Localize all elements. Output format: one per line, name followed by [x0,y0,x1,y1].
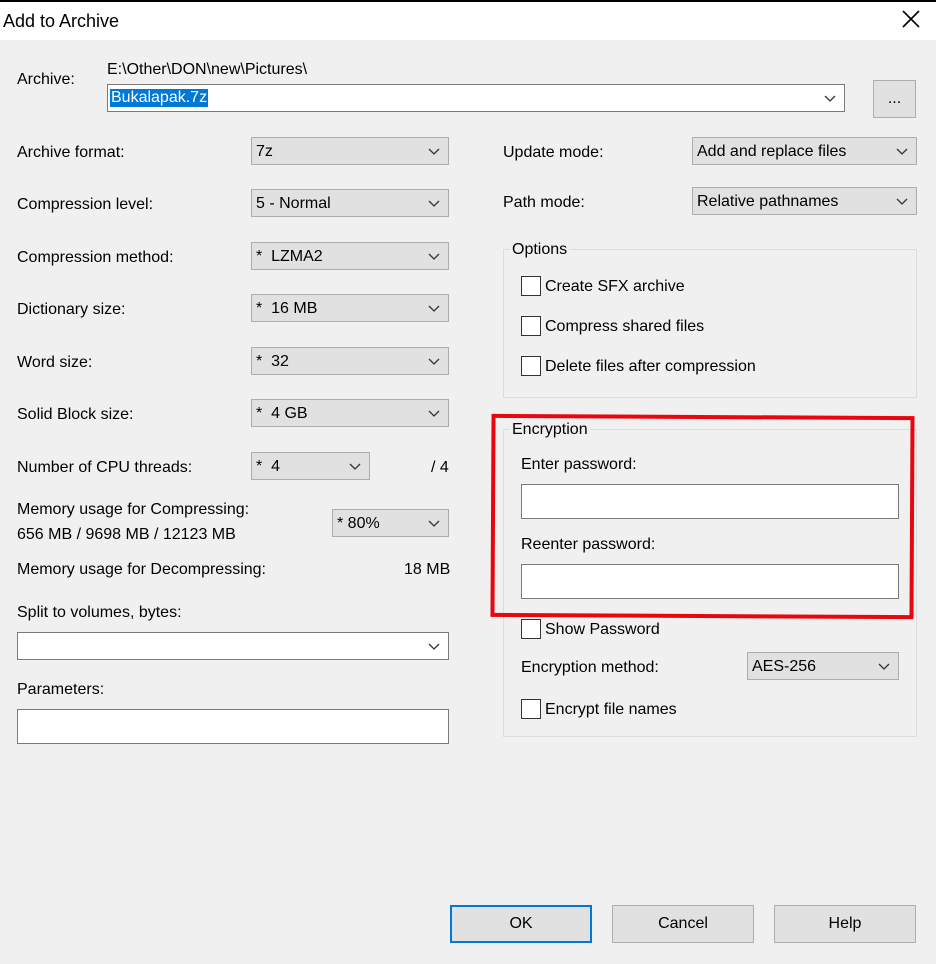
chevron-down-icon[interactable] [824,93,836,103]
archive-name-combo[interactable]: Bukalapak.7z [107,84,845,112]
compression-level-value: 5 - Normal [256,195,331,212]
archive-label: Archive: [17,71,75,88]
browse-button[interactable]: ... [873,80,916,118]
cpu-threads-select[interactable]: * 4 [251,452,370,480]
encryption-title: Encryption [510,421,590,439]
help-button[interactable]: Help [774,905,916,943]
create-sfx-label[interactable]: Create SFX archive [545,278,685,296]
path-mode-value: Relative pathnames [697,193,839,210]
chevron-down-icon [428,148,440,155]
dictionary-size-label: Dictionary size: [17,301,126,318]
path-mode-select[interactable]: Relative pathnames [692,187,917,215]
memory-percent-select[interactable]: * 80% [332,509,449,537]
cancel-button[interactable]: Cancel [612,905,754,943]
memory-decompress-label: Memory usage for Decompressing: [17,561,266,578]
parameters-input[interactable] [17,709,449,744]
dictionary-size-value: * 16 MB [256,300,318,317]
archive-format-select[interactable]: 7z [251,137,449,165]
memory-decompress-value: 18 MB [404,561,451,578]
compression-method-label: Compression method: [17,249,174,266]
memory-compress-detail: 656 MB / 9698 MB / 12123 MB [17,526,236,543]
chevron-down-icon [896,148,908,155]
update-mode-select[interactable]: Add and replace files [692,137,917,165]
options-title: Options [510,241,570,259]
compress-shared-checkbox[interactable] [521,316,541,336]
chevron-down-icon [428,410,440,417]
reenter-password-input[interactable] [521,564,899,599]
compression-level-select[interactable]: 5 - Normal [251,189,449,217]
chevron-down-icon [428,305,440,312]
archive-format-value: 7z [256,143,273,160]
show-password-label[interactable]: Show Password [545,621,660,639]
update-mode-value: Add and replace files [697,143,847,160]
delete-after-checkbox[interactable] [521,356,541,376]
word-size-label: Word size: [17,354,93,371]
update-mode-label: Update mode: [503,144,604,161]
create-sfx-checkbox[interactable] [521,276,541,296]
ok-button[interactable]: OK [450,905,592,943]
cpu-threads-value: * 4 [256,458,281,475]
encryption-method-value: AES-256 [752,658,817,675]
word-size-value: * 32 [256,353,289,370]
compression-method-select[interactable]: * LZMA2 [251,242,449,270]
chevron-down-icon [428,358,440,365]
archive-name-input[interactable]: Bukalapak.7z [110,89,209,107]
password-input[interactable] [521,484,899,519]
compression-method-value: * LZMA2 [256,248,323,265]
split-volumes-combo[interactable] [17,632,449,660]
split-volumes-label: Split to volumes, bytes: [17,604,182,621]
compress-shared-label[interactable]: Compress shared files [545,318,704,336]
encryption-method-select[interactable]: AES-256 [747,652,899,680]
encrypt-names-label[interactable]: Encrypt file names [545,701,677,719]
cpu-threads-max: / 4 [431,459,449,476]
compression-level-label: Compression level: [17,196,154,213]
encryption-method-label: Encryption method: [521,659,659,676]
memory-percent-value: * 80% [337,515,380,532]
path-mode-label: Path mode: [503,194,585,211]
dictionary-size-select[interactable]: * 16 MB [251,294,449,322]
archive-path: E:\Other\DON\new\Pictures\ [107,61,308,78]
parameters-label: Parameters: [17,681,105,698]
chevron-down-icon [428,520,440,527]
chevron-down-icon [428,200,440,207]
chevron-down-icon [428,253,440,260]
chevron-down-icon [349,463,361,470]
solid-block-size-select[interactable]: * 4 GB [251,399,449,427]
memory-compress-label: Memory usage for Compressing: [17,501,250,518]
chevron-down-icon [878,663,890,670]
chevron-down-icon [896,198,908,205]
solid-block-size-value: * 4 GB [256,405,308,422]
chevron-down-icon[interactable] [428,641,440,651]
cpu-threads-label: Number of CPU threads: [17,459,193,476]
archive-format-label: Archive format: [17,144,125,161]
close-icon[interactable] [900,8,922,30]
show-password-checkbox[interactable] [521,619,541,639]
enter-password-label: Enter password: [521,456,637,473]
window-title: Add to Archive [3,11,120,31]
word-size-select[interactable]: * 32 [251,347,449,375]
delete-after-label[interactable]: Delete files after compression [545,358,756,376]
encrypt-names-checkbox[interactable] [521,699,541,719]
reenter-password-label: Reenter password: [521,536,656,553]
title-bar [0,0,936,40]
solid-block-size-label: Solid Block size: [17,406,134,423]
